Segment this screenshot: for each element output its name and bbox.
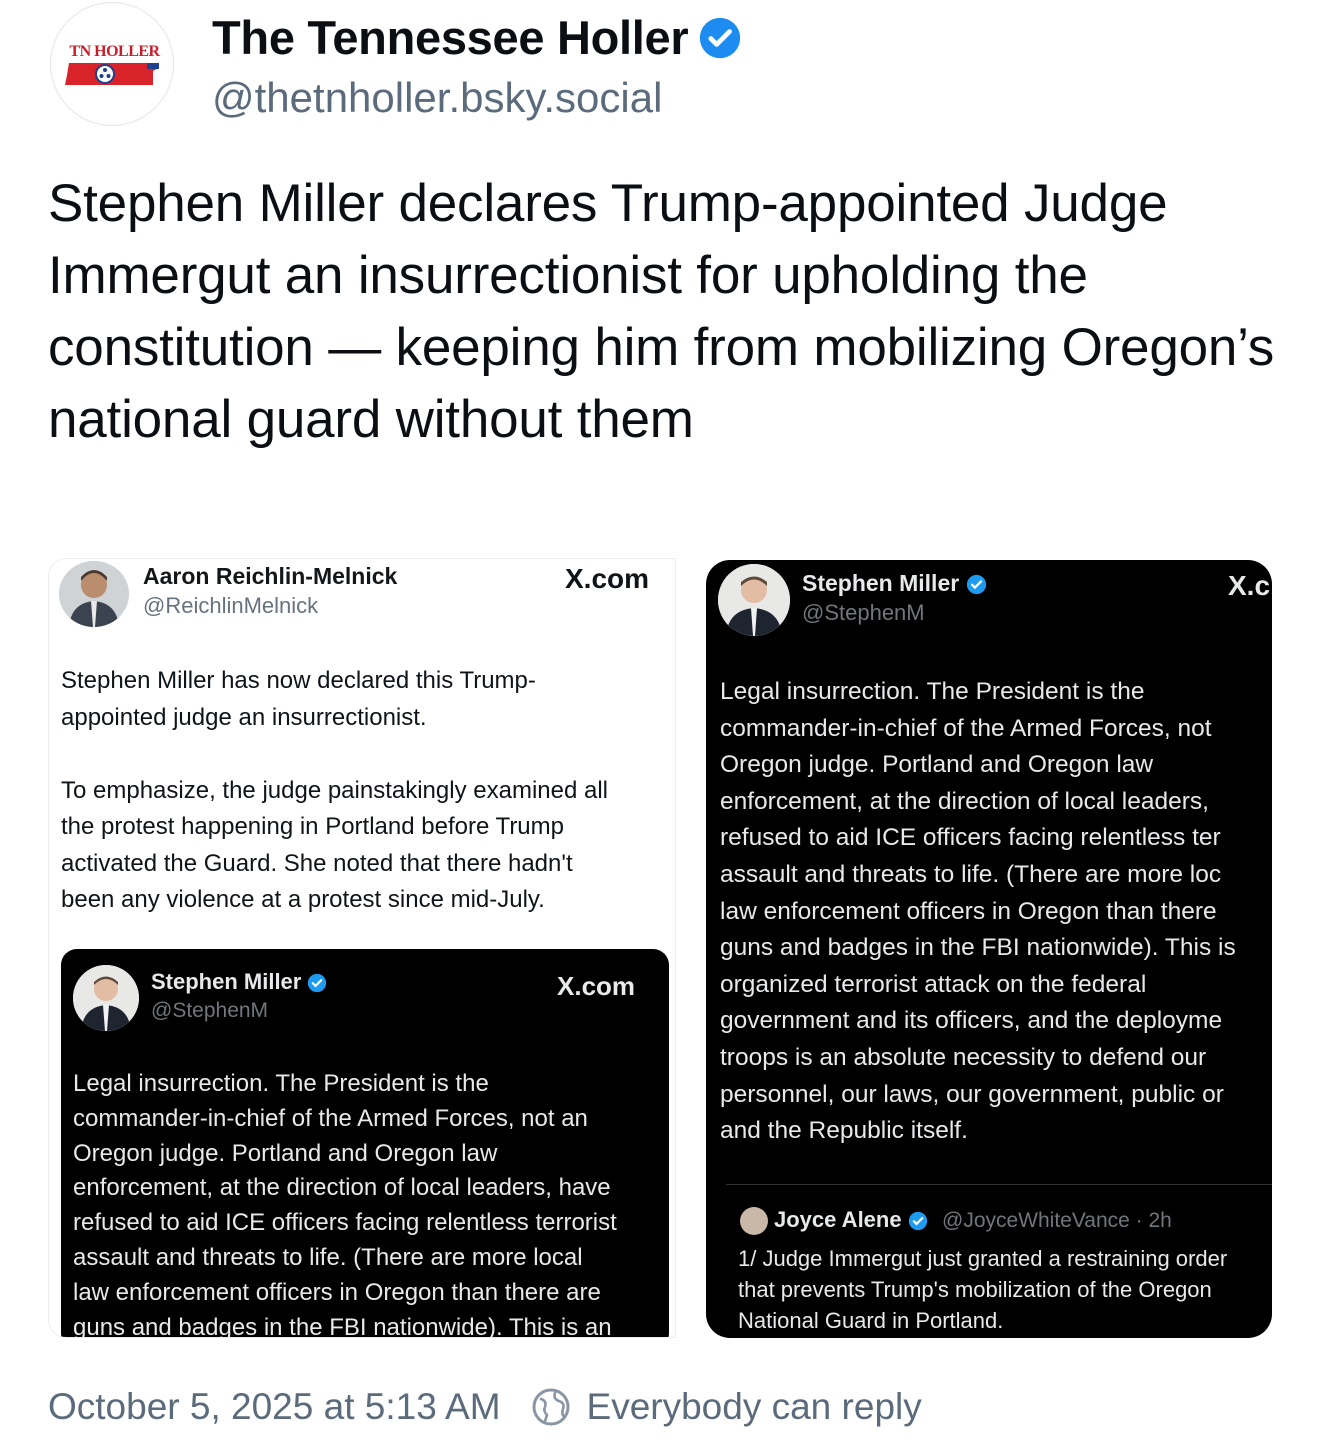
quoted-tweet-name-text: Joyce Alene xyxy=(774,1207,902,1232)
quoted-tweet-body: 1/ Judge Immergut just granted a restrai… xyxy=(738,1246,1228,1333)
right-tweet-name-text: Stephen Miller xyxy=(802,570,960,596)
embedded-tweet-source: X.com xyxy=(557,971,636,1001)
embedded-tweet: Stephen Miller @StephenM X.com Legal ins… xyxy=(61,949,669,1338)
left-tweet-screenshot: Aaron Reichlin-Melnick @ReichlinMelnick … xyxy=(48,558,676,1338)
post-image[interactable]: Aaron Reichlin-Melnick @ReichlinMelnick … xyxy=(48,558,1272,1338)
embedded-tweet-author-handle: @StephenM xyxy=(151,999,269,1022)
post-text: Stephen Miller declares Trump-appointed … xyxy=(48,174,1275,449)
quoted-tweet-author-name: Joyce Alene xyxy=(774,1207,928,1233)
embedded-tweet-name-text: Stephen Miller xyxy=(151,969,302,994)
left-tweet-avatar xyxy=(59,561,129,627)
author-avatar[interactable]: TN HOLLER xyxy=(50,2,174,126)
tennessee-flag-logo xyxy=(65,63,159,85)
right-tweet-avatar xyxy=(718,564,790,636)
reply-setting[interactable]: Everybody can reply xyxy=(587,1386,922,1428)
right-tweet-screenshot: Stephen Miller @StephenM X.c Legal insur… xyxy=(706,560,1272,1338)
quoted-tweet: Joyce Alene @JoyceWhiteVance · 2h 1/ Jud… xyxy=(726,1184,1272,1338)
quoted-tweet-avatar xyxy=(740,1207,768,1235)
right-tweet-author-handle: @StephenM xyxy=(802,600,925,625)
verified-badge-icon xyxy=(308,974,327,993)
left-tweet-author-handle: @ReichlinMelnick xyxy=(143,593,319,618)
right-tweet-body: Legal insurrection. The President is the… xyxy=(720,678,1236,1145)
quoted-tweet-author-handle: @JoyceWhiteVance · 2h xyxy=(942,1209,1172,1232)
embedded-tweet-body: Legal insurrection. The President is the… xyxy=(73,1070,617,1338)
embedded-tweet-author-name: Stephen Miller xyxy=(151,969,327,995)
verified-badge-icon xyxy=(700,17,741,58)
post-timestamp[interactable]: October 5, 2025 at 5:13 AM xyxy=(48,1386,501,1428)
author-handle[interactable]: @thetnholler.bsky.social xyxy=(212,74,662,122)
post-header: TN HOLLER The Tennessee Holler @thetnhol… xyxy=(50,2,1290,132)
left-tweet-source: X.com xyxy=(565,563,650,594)
right-tweet-author-name: Stephen Miller xyxy=(802,570,987,597)
globe-icon xyxy=(532,1388,570,1426)
author-name-row: The Tennessee Holler xyxy=(212,10,742,65)
verified-badge-icon xyxy=(908,1212,927,1231)
left-tweet-author-name: Aaron Reichlin-Melnick xyxy=(143,563,398,589)
embedded-tweet-avatar xyxy=(73,965,139,1031)
verified-badge-icon xyxy=(966,575,986,595)
right-tweet-source: X.c xyxy=(1228,570,1271,601)
post-footer: October 5, 2025 at 5:13 AM Everybody can… xyxy=(48,1386,922,1428)
author-display-name[interactable]: The Tennessee Holler xyxy=(212,10,689,65)
left-tweet-body: Stephen Miller has now declared this Tru… xyxy=(61,667,608,913)
